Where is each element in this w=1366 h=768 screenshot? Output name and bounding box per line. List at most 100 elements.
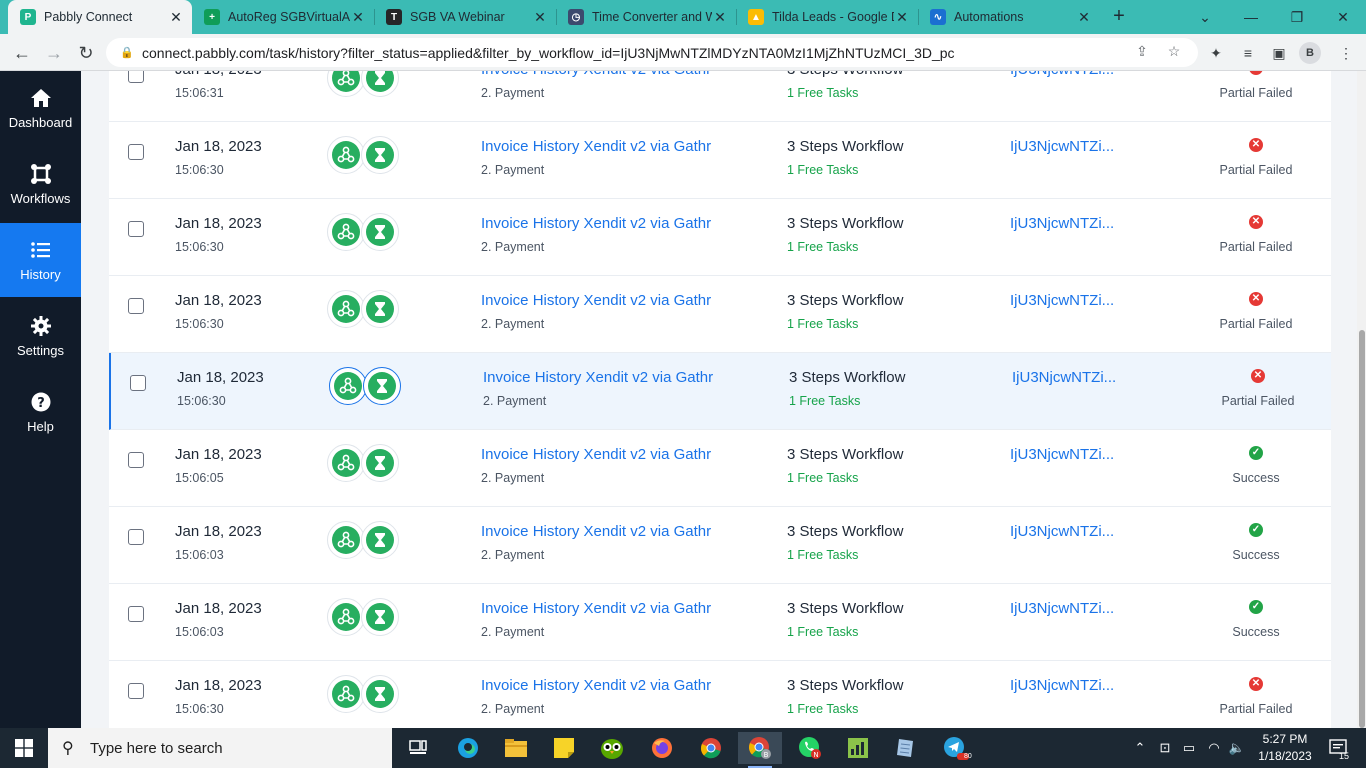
webhook-app-icon[interactable] <box>327 444 365 482</box>
delay-hourglass-icon[interactable] <box>363 367 401 405</box>
windows-start-icon[interactable] <box>0 728 48 768</box>
chrome-icon[interactable] <box>689 732 733 764</box>
edge-browser-icon[interactable] <box>446 732 490 764</box>
delay-hourglass-icon[interactable] <box>361 71 399 97</box>
task-id-link[interactable]: IjU3NjcwNTZi... <box>1010 71 1114 78</box>
browser-tab[interactable]: T SGB VA Webinar ✕ <box>374 0 556 34</box>
webhook-app-icon[interactable] <box>327 290 365 328</box>
webhook-app-icon[interactable] <box>327 675 365 713</box>
workflow-name-link[interactable]: Invoice History Xendit v2 via Gathr <box>481 523 711 540</box>
scrollbar-thumb[interactable] <box>1359 330 1365 728</box>
meet-now-icon[interactable]: ⊡ <box>1154 728 1176 768</box>
sidebar-item-workflows[interactable]: Workflows <box>0 147 81 221</box>
browser-tab[interactable]: ◷ Time Converter and W ✕ <box>556 0 736 34</box>
task-id-link[interactable]: IjU3NjcwNTZi... <box>1010 677 1114 694</box>
spreadsheet-app-icon[interactable] <box>836 732 880 764</box>
share-icon[interactable]: ⇪ <box>1132 43 1152 63</box>
webhook-app-icon[interactable] <box>327 136 365 174</box>
close-tab-icon[interactable]: ✕ <box>350 9 366 26</box>
workflow-name-link[interactable]: Invoice History Xendit v2 via Gathr <box>481 677 711 694</box>
browser-tab[interactable]: P Pabbly Connect ✕ <box>8 0 192 34</box>
side-panel-icon[interactable]: ▣ <box>1268 42 1290 64</box>
close-window-button[interactable]: ✕ <box>1320 0 1366 34</box>
system-clock[interactable]: 5:27 PM 1/18/2023 <box>1246 731 1324 765</box>
history-row[interactable]: Jan 18, 2023 15:06:30 Invoice History Xend… <box>109 353 1331 430</box>
notepad-app-icon[interactable] <box>884 732 928 764</box>
volume-icon[interactable]: 🔈 <box>1226 728 1248 768</box>
history-row[interactable]: Jan 18, 2023 15:06:30 Invoice History Xend… <box>109 276 1331 353</box>
address-bar[interactable]: 🔒 connect.pabbly.com/task/history?filter… <box>106 38 1198 67</box>
delay-hourglass-icon[interactable] <box>361 290 399 328</box>
duolingo-owl-icon[interactable] <box>590 732 634 764</box>
file-explorer-icon[interactable] <box>494 732 538 764</box>
delay-hourglass-icon[interactable] <box>361 444 399 482</box>
history-row[interactable]: Jan 18, 2023 15:06:30 Invoice History Xend… <box>109 661 1331 728</box>
wifi-icon[interactable]: ◠ <box>1203 728 1225 768</box>
webhook-app-icon[interactable] <box>327 213 365 251</box>
close-tab-icon[interactable]: ✕ <box>1076 9 1092 26</box>
task-id-link[interactable]: IjU3NjcwNTZi... <box>1010 600 1114 617</box>
task-view-icon[interactable] <box>396 732 440 764</box>
reload-icon[interactable]: ↻ <box>74 41 98 65</box>
task-id-link[interactable]: IjU3NjcwNTZi... <box>1012 369 1116 386</box>
history-row[interactable]: Jan 18, 2023 15:06:30 Invoice History Xend… <box>109 199 1331 276</box>
row-checkbox[interactable] <box>130 375 146 391</box>
sticky-notes-icon[interactable] <box>542 732 586 764</box>
history-row[interactable]: Jan 18, 2023 15:06:05 Invoice History Xend… <box>109 430 1331 507</box>
delay-hourglass-icon[interactable] <box>361 598 399 636</box>
row-checkbox[interactable] <box>128 529 144 545</box>
close-tab-icon[interactable]: ✕ <box>532 9 548 26</box>
media-queue-icon[interactable]: ≡ <box>1237 42 1259 64</box>
tab-search-button[interactable]: ⌄ <box>1182 0 1228 34</box>
bookmark-star-icon[interactable]: ☆ <box>1164 43 1184 63</box>
browser-tab[interactable]: ∿ Automations ✕ <box>918 0 1100 34</box>
chrome-profile-active-icon[interactable]: B <box>738 732 782 768</box>
workflow-name-link[interactable]: Invoice History Xendit v2 via Gathr <box>481 215 711 232</box>
workflow-name-link[interactable]: Invoice History Xendit v2 via Gathr <box>481 71 711 78</box>
sidebar-item-settings[interactable]: Settings <box>0 299 81 373</box>
task-id-link[interactable]: IjU3NjcwNTZi... <box>1010 446 1114 463</box>
browser-menu-icon[interactable]: ⋮ <box>1335 42 1357 64</box>
whatsapp-icon[interactable]: N <box>788 732 832 764</box>
taskbar-search-box[interactable]: ⚲ Type here to search <box>48 728 392 768</box>
row-checkbox[interactable] <box>128 683 144 699</box>
webhook-app-icon[interactable] <box>329 367 367 405</box>
extensions-puzzle-icon[interactable]: ✦ <box>1205 42 1227 64</box>
sidebar-item-dashboard[interactable]: Dashboard <box>0 71 81 145</box>
delay-hourglass-icon[interactable] <box>361 213 399 251</box>
close-tab-icon[interactable]: ✕ <box>894 9 910 26</box>
task-id-link[interactable]: IjU3NjcwNTZi... <box>1010 523 1114 540</box>
back-arrow-icon[interactable]: ← <box>10 41 34 65</box>
profile-avatar[interactable]: B <box>1299 42 1321 64</box>
chevron-up-icon[interactable]: ⌃ <box>1130 728 1150 768</box>
row-checkbox[interactable] <box>128 606 144 622</box>
task-id-link[interactable]: IjU3NjcwNTZi... <box>1010 292 1114 309</box>
row-checkbox[interactable] <box>128 221 144 237</box>
webhook-app-icon[interactable] <box>327 521 365 559</box>
sidebar-item-help[interactable]: ? Help <box>0 375 81 449</box>
workflow-name-link[interactable]: Invoice History Xendit v2 via Gathr <box>481 138 711 155</box>
history-row[interactable]: Jan 18, 2023 15:06:03 Invoice History Xend… <box>109 584 1331 661</box>
row-checkbox[interactable] <box>128 71 144 83</box>
maximize-button[interactable]: ❐ <box>1274 0 1320 34</box>
workflow-name-link[interactable]: Invoice History Xendit v2 via Gathr <box>481 600 711 617</box>
forward-arrow-icon[interactable]: → <box>42 41 66 65</box>
browser-tab[interactable]: + AutoReg SGBVirtualAs ✕ <box>192 0 374 34</box>
task-id-link[interactable]: IjU3NjcwNTZi... <box>1010 215 1114 232</box>
task-id-link[interactable]: IjU3NjcwNTZi... <box>1010 138 1114 155</box>
delay-hourglass-icon[interactable] <box>361 136 399 174</box>
history-row[interactable]: Jan 18, 2023 15:06:30 Invoice History Xend… <box>109 122 1331 199</box>
sidebar-item-history[interactable]: History <box>0 223 81 297</box>
delay-hourglass-icon[interactable] <box>361 521 399 559</box>
webhook-app-icon[interactable] <box>327 71 365 97</box>
delay-hourglass-icon[interactable] <box>361 675 399 713</box>
battery-icon[interactable]: ▭ <box>1178 728 1200 768</box>
workflow-name-link[interactable]: Invoice History Xendit v2 via Gathr <box>481 446 711 463</box>
webhook-app-icon[interactable] <box>327 598 365 636</box>
firefox-icon[interactable] <box>640 732 684 764</box>
close-tab-icon[interactable]: ✕ <box>168 9 184 26</box>
new-tab-button[interactable]: + <box>1108 6 1130 28</box>
telegram-icon[interactable]: 80 <box>934 732 978 764</box>
workflow-name-link[interactable]: Invoice History Xendit v2 via Gathr <box>483 369 713 386</box>
history-row[interactable]: Jan 18, 2023 15:06:03 Invoice History Xend… <box>109 507 1331 584</box>
